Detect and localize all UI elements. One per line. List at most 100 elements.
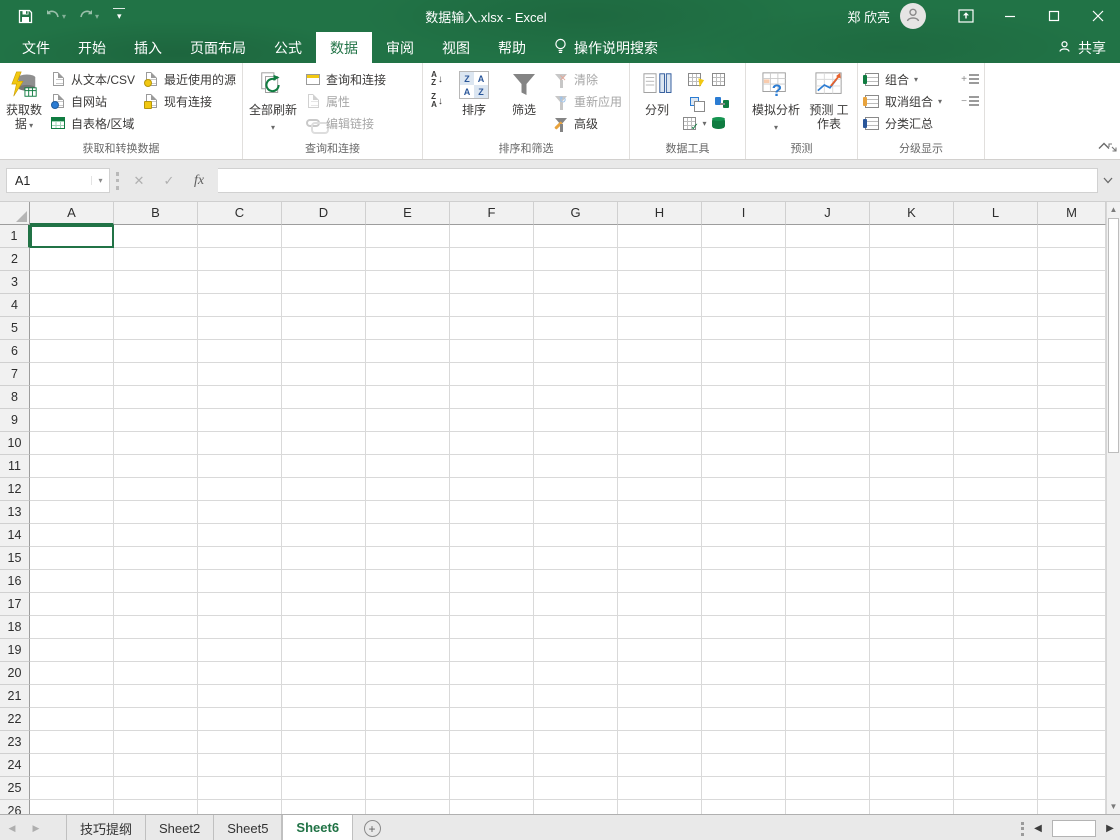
get-data-button[interactable]: 获取数据 ▾	[2, 67, 46, 133]
flash-fill-button[interactable]	[682, 68, 706, 90]
cell-F13[interactable]	[450, 501, 534, 524]
cell-H19[interactable]	[618, 639, 702, 662]
cell-D15[interactable]	[282, 547, 366, 570]
row-header-23[interactable]: 23	[0, 731, 30, 754]
cell-J13[interactable]	[786, 501, 870, 524]
cell-M21[interactable]	[1038, 685, 1106, 708]
column-header-E[interactable]: E	[366, 202, 450, 225]
cell-F22[interactable]	[450, 708, 534, 731]
cell-G26[interactable]	[534, 800, 618, 814]
what-if-analysis-button[interactable]: ? 模拟分析 ▾	[748, 67, 804, 135]
cell-K26[interactable]	[870, 800, 954, 814]
from-web-button[interactable]: 自网站	[46, 90, 139, 112]
cell-H14[interactable]	[618, 524, 702, 547]
scroll-right-button[interactable]: ▶	[1102, 823, 1118, 834]
cell-L10[interactable]	[954, 432, 1038, 455]
tab-view[interactable]: 视图	[428, 32, 484, 63]
remove-duplicates-button[interactable]	[682, 90, 706, 112]
row-header-12[interactable]: 12	[0, 478, 30, 501]
cell-C6[interactable]	[198, 340, 282, 363]
cell-C2[interactable]	[198, 248, 282, 271]
cell-D4[interactable]	[282, 294, 366, 317]
cell-D22[interactable]	[282, 708, 366, 731]
cell-A10[interactable]	[30, 432, 114, 455]
tab-page-layout[interactable]: 页面布局	[176, 32, 260, 63]
column-header-I[interactable]: I	[702, 202, 786, 225]
cell-F25[interactable]	[450, 777, 534, 800]
refresh-all-button[interactable]: 全部刷新 ▾	[245, 67, 301, 135]
cell-B17[interactable]	[114, 593, 198, 616]
cell-L3[interactable]	[954, 271, 1038, 294]
cell-K12[interactable]	[870, 478, 954, 501]
cell-M19[interactable]	[1038, 639, 1106, 662]
from-table-range-button[interactable]: 自表格/区域	[46, 112, 139, 134]
cell-B22[interactable]	[114, 708, 198, 731]
cell-K3[interactable]	[870, 271, 954, 294]
cell-J23[interactable]	[786, 731, 870, 754]
name-box-dropdown-icon[interactable]: ▾	[91, 176, 109, 185]
cell-H15[interactable]	[618, 547, 702, 570]
tab-file[interactable]: 文件	[8, 32, 64, 63]
cell-B16[interactable]	[114, 570, 198, 593]
cell-K11[interactable]	[870, 455, 954, 478]
cell-J5[interactable]	[786, 317, 870, 340]
cell-L22[interactable]	[954, 708, 1038, 731]
vertical-scrollbar[interactable]: ▲ ▼	[1106, 202, 1120, 814]
cell-E8[interactable]	[366, 386, 450, 409]
cell-F14[interactable]	[450, 524, 534, 547]
cell-L25[interactable]	[954, 777, 1038, 800]
cell-H17[interactable]	[618, 593, 702, 616]
cell-H16[interactable]	[618, 570, 702, 593]
cell-A3[interactable]	[30, 271, 114, 294]
cell-G21[interactable]	[534, 685, 618, 708]
formula-input[interactable]	[218, 168, 1098, 193]
cell-E2[interactable]	[366, 248, 450, 271]
cell-H3[interactable]	[618, 271, 702, 294]
cell-H25[interactable]	[618, 777, 702, 800]
row-header-24[interactable]: 24	[0, 754, 30, 777]
cell-I22[interactable]	[702, 708, 786, 731]
cell-G16[interactable]	[534, 570, 618, 593]
cell-M5[interactable]	[1038, 317, 1106, 340]
cell-L19[interactable]	[954, 639, 1038, 662]
cell-D26[interactable]	[282, 800, 366, 814]
cell-E5[interactable]	[366, 317, 450, 340]
cell-E10[interactable]	[366, 432, 450, 455]
cell-A23[interactable]	[30, 731, 114, 754]
cell-I26[interactable]	[702, 800, 786, 814]
row-header-22[interactable]: 22	[0, 708, 30, 731]
cell-E9[interactable]	[366, 409, 450, 432]
cell-C9[interactable]	[198, 409, 282, 432]
existing-connections-button[interactable]: 现有连接	[139, 90, 240, 112]
cell-G5[interactable]	[534, 317, 618, 340]
cell-G1[interactable]	[534, 225, 618, 248]
cell-M14[interactable]	[1038, 524, 1106, 547]
cell-I9[interactable]	[702, 409, 786, 432]
cell-L2[interactable]	[954, 248, 1038, 271]
cell-K9[interactable]	[870, 409, 954, 432]
text-to-columns-button[interactable]: 分列	[632, 67, 682, 117]
cell-B13[interactable]	[114, 501, 198, 524]
cell-H9[interactable]	[618, 409, 702, 432]
cell-K18[interactable]	[870, 616, 954, 639]
cell-I5[interactable]	[702, 317, 786, 340]
cell-C20[interactable]	[198, 662, 282, 685]
cell-I11[interactable]	[702, 455, 786, 478]
cell-L6[interactable]	[954, 340, 1038, 363]
select-all-corner[interactable]	[0, 202, 30, 225]
cell-L26[interactable]	[954, 800, 1038, 814]
data-validation-button[interactable]: ✓▾	[682, 112, 706, 134]
cell-L23[interactable]	[954, 731, 1038, 754]
cell-B10[interactable]	[114, 432, 198, 455]
cell-F24[interactable]	[450, 754, 534, 777]
row-header-25[interactable]: 25	[0, 777, 30, 800]
advanced-filter-button[interactable]: 高级	[549, 112, 626, 134]
cell-C17[interactable]	[198, 593, 282, 616]
cell-D13[interactable]	[282, 501, 366, 524]
cell-H24[interactable]	[618, 754, 702, 777]
row-header-4[interactable]: 4	[0, 294, 30, 317]
cell-M16[interactable]	[1038, 570, 1106, 593]
cell-B11[interactable]	[114, 455, 198, 478]
manage-data-model-button[interactable]	[706, 112, 730, 134]
user-avatar[interactable]	[900, 3, 926, 29]
